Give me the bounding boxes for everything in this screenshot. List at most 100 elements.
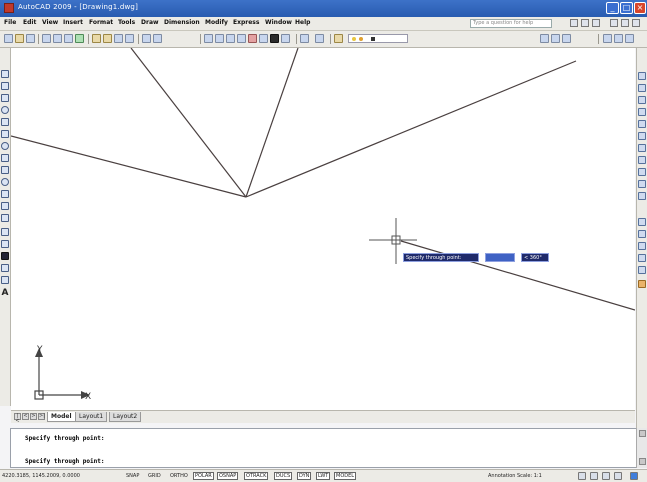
array-icon[interactable] [638,120,646,128]
annotation-visibility-icon[interactable] [578,472,586,480]
table-style-icon[interactable] [551,34,560,43]
fillet-icon[interactable] [638,266,646,274]
menu-dimension[interactable]: Dimension [164,19,200,26]
copy-icon[interactable] [103,34,112,43]
dynamic-input-angle[interactable]: < 360° [521,253,549,262]
region-icon[interactable] [1,264,9,272]
autocad-app-icon[interactable] [4,3,14,13]
circle-icon[interactable] [1,142,9,150]
menu-window[interactable]: Window [265,19,292,26]
menu-express[interactable]: Express [233,19,259,26]
polar-toggle[interactable]: POLAR [193,472,214,480]
lock-icon[interactable] [614,472,622,480]
menu-draw[interactable]: Draw [141,19,159,26]
zoom-window-icon[interactable] [226,34,235,43]
first-tab-button[interactable]: |< [14,413,21,424]
make-block-icon[interactable] [1,214,9,222]
command-prompt-line[interactable]: Specify through point: [25,458,104,465]
qnew-icon[interactable] [4,34,13,43]
layer-icon[interactable] [334,34,343,43]
scroll-up-icon[interactable] [639,430,646,437]
chamfer-icon[interactable] [638,254,646,262]
drawing-canvas[interactable]: Y X Specify through point: < 360° [11,48,635,412]
polyline-icon[interactable] [1,94,9,102]
zoom-realtime-icon[interactable] [215,34,224,43]
rectangle-icon[interactable] [1,118,9,126]
xline-segment[interactable] [245,48,299,198]
zoom-previous-icon[interactable] [237,34,246,43]
menu-format[interactable]: Format [89,19,113,26]
multiline-text-icon[interactable]: A [1,288,9,298]
cut-icon[interactable] [92,34,101,43]
dimension-style-icon[interactable] [540,34,549,43]
xline-segment[interactable] [130,48,247,198]
tool-palettes-icon[interactable] [270,34,279,43]
menu-help[interactable]: Help [295,19,310,26]
next-tab-button[interactable]: > [30,413,37,420]
plot-preview-icon[interactable] [53,34,62,43]
auto-scale-icon[interactable] [590,472,598,480]
doc-restore-icon[interactable] [621,19,629,27]
stretch-icon[interactable] [638,168,646,176]
open-icon[interactable] [15,34,24,43]
last-tab-button[interactable]: >| [38,413,45,420]
redo-icon[interactable] [153,34,162,43]
annotation-scale[interactable]: Annotation Scale: 1:1 [488,473,542,479]
menu-edit[interactable]: Edit [23,19,36,26]
ellipse-arc-icon[interactable] [1,190,9,198]
infocenter-search-icon[interactable] [570,19,578,27]
match-properties-icon[interactable] [125,34,134,43]
mirror-icon[interactable] [638,96,646,104]
dynamic-input-field[interactable] [485,253,515,262]
grid-toggle[interactable]: GRID [146,472,163,480]
table-icon[interactable] [1,276,9,284]
sheet-set-icon[interactable] [281,34,290,43]
lwt-toggle[interactable]: LWT [316,472,331,480]
3d-dwf-icon[interactable] [75,34,84,43]
scroll-down-icon[interactable] [639,458,646,465]
hatch-icon[interactable] [1,240,9,248]
markup-icon[interactable] [300,34,309,43]
erase-icon[interactable] [638,72,646,80]
extend-icon[interactable] [638,192,646,200]
line-icon[interactable] [1,70,9,78]
join-icon[interactable] [638,242,646,250]
multileader-style-icon[interactable] [562,34,571,43]
menu-tools[interactable]: Tools [118,19,135,26]
menu-file[interactable]: File [4,19,16,26]
minimize-button[interactable]: _ [606,2,619,14]
command-scrollbar[interactable] [636,428,647,468]
text-style-icon[interactable] [603,34,612,43]
help-search-input[interactable]: Type a question for help [470,19,552,28]
explode-icon[interactable] [638,280,646,288]
gradient-icon[interactable] [1,252,9,260]
plot-icon[interactable] [42,34,51,43]
menu-modify[interactable]: Modify [205,19,228,26]
menu-view[interactable]: View [42,19,58,26]
trim-icon[interactable] [638,180,646,188]
prev-tab-button[interactable]: < [22,413,29,420]
visual-style-icon[interactable] [625,34,634,43]
snap-toggle[interactable]: SNAP [124,472,141,480]
command-window[interactable]: Specify through point: Specify through p… [10,428,637,468]
construction-line-icon[interactable] [1,82,9,90]
design-center-icon[interactable] [259,34,268,43]
ortho-toggle[interactable]: ORTHO [168,472,190,480]
publish-icon[interactable] [64,34,73,43]
save-icon[interactable] [26,34,35,43]
undo-icon[interactable] [142,34,151,43]
otrack-toggle[interactable]: OTRACK [244,472,269,480]
pan-icon[interactable] [204,34,213,43]
quickcalc-icon[interactable] [315,34,324,43]
communication-center-icon[interactable] [581,19,589,27]
move-icon[interactable] [638,132,646,140]
workspace-icon[interactable] [602,472,610,480]
copy-object-icon[interactable] [638,84,646,92]
point-icon[interactable] [1,228,9,236]
doc-minimize-icon[interactable] [610,19,618,27]
close-button[interactable]: × [634,2,646,14]
layer-dropdown[interactable] [348,34,408,43]
plot-style-icon[interactable] [614,34,623,43]
clean-screen-icon[interactable] [630,472,638,480]
tab-layout2[interactable]: Layout2 [109,412,142,422]
